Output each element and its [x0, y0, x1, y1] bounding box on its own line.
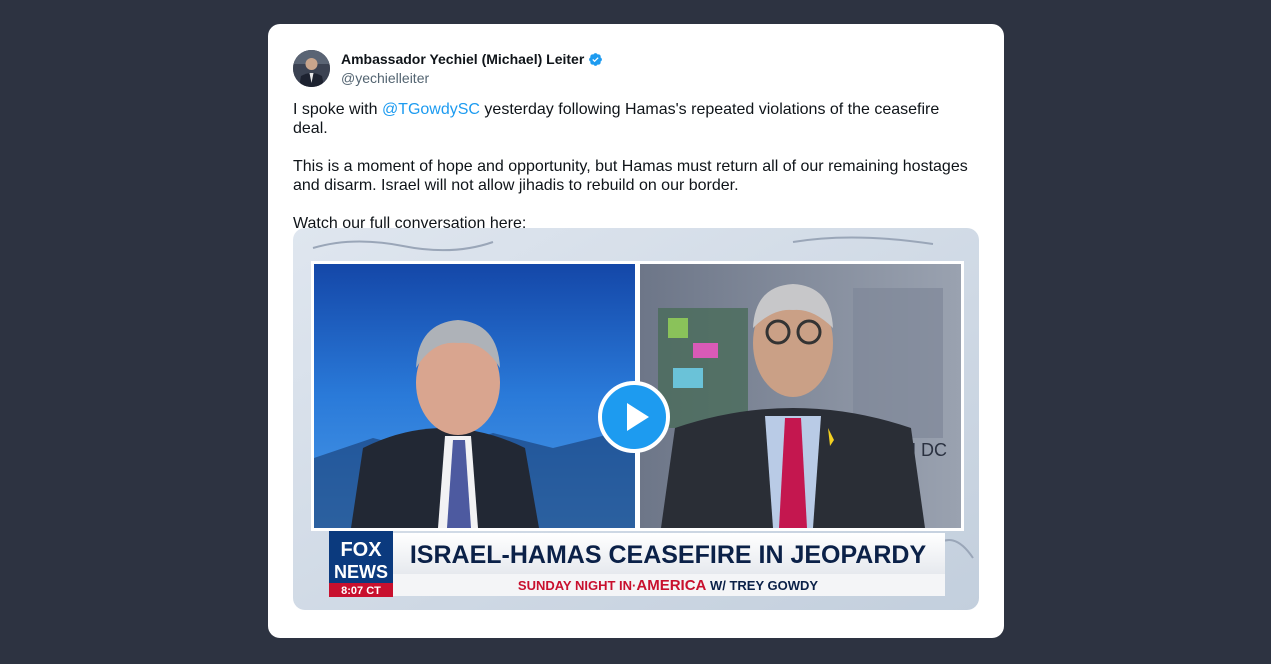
tweet-card: Ambassador Yechiel (Michael) Leiter @yec…: [268, 24, 1004, 638]
author-name-text[interactable]: Ambassador Yechiel (Michael) Leiter: [341, 51, 584, 67]
show-title-suffix: W/ TREY GOWDY: [706, 578, 818, 593]
network-logo-bottom: NEWS: [334, 562, 388, 582]
tweet-paragraph-1: I spoke with @TGowdySC yesterday followi…: [293, 100, 973, 138]
tweet-body: I spoke with @TGowdySC yesterday followi…: [293, 100, 973, 233]
play-icon: [627, 403, 649, 431]
tweet-paragraph-2: This is a moment of hope and opportunity…: [293, 158, 968, 194]
author-handle[interactable]: @yechielleiter: [341, 70, 429, 86]
author-name[interactable]: Ambassador Yechiel (Michael) Leiter: [341, 51, 603, 67]
tweet-text-segment: I spoke with: [293, 101, 382, 118]
headline-text: ISRAEL-HAMAS CEASEFIRE IN JEOPARDY: [410, 541, 927, 569]
network-logo-top: FOX: [340, 539, 382, 561]
broadcast-time: 8:07 CT: [341, 585, 381, 597]
show-title: SUNDAY NIGHT IN·AMERICA W/ TREY GOWDY: [518, 577, 819, 594]
author-avatar[interactable]: [293, 50, 330, 87]
show-title-highlight: AMERICA: [636, 577, 706, 594]
play-button[interactable]: [598, 381, 670, 453]
show-title-prefix: SUNDAY NIGHT IN·: [518, 578, 636, 593]
verified-badge-icon: [588, 52, 603, 67]
video-player[interactable]: N DC ISRAEL-HAMAS CEASEFIRE IN JEOPARDY …: [293, 228, 979, 610]
mention-link[interactable]: @TGowdySC: [382, 101, 480, 118]
